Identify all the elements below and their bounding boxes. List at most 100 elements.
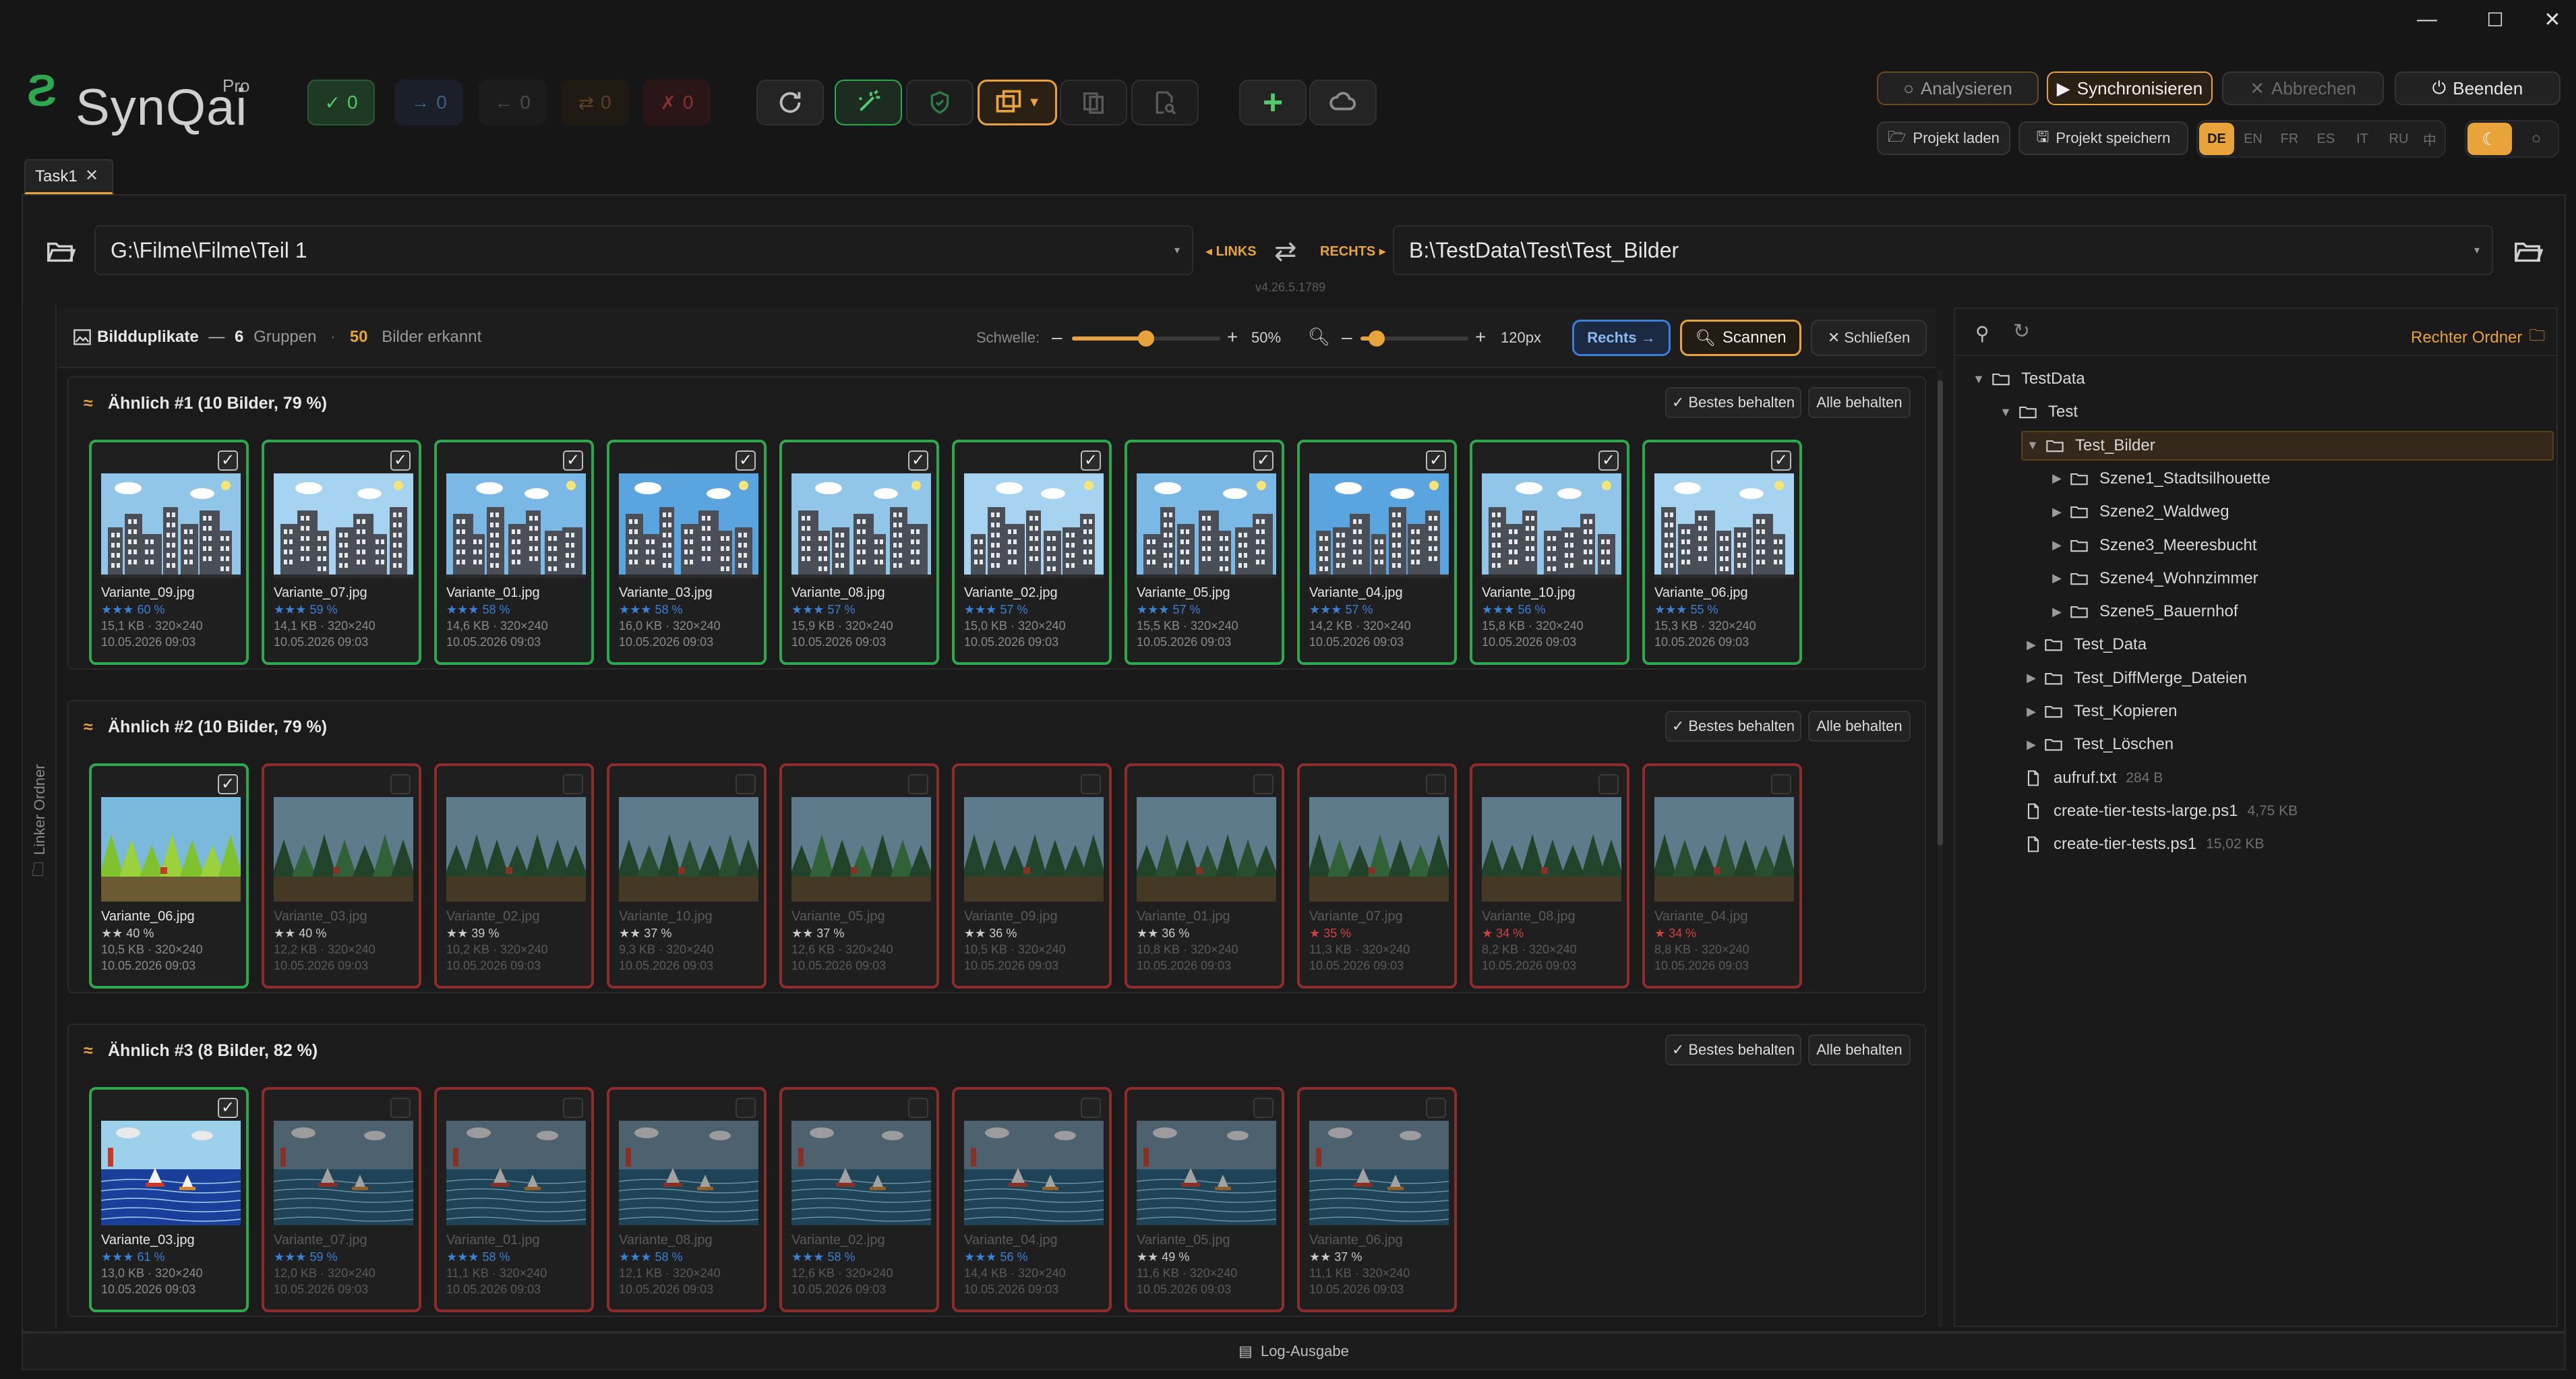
shield-button[interactable] <box>906 80 974 125</box>
keep-best-button[interactable]: ✓ Bestes behalten <box>1665 387 1801 418</box>
thumbnail[interactable] <box>1137 473 1276 578</box>
select-checkbox[interactable]: ✓ <box>1426 450 1446 471</box>
select-checkbox[interactable]: ✓ <box>736 450 756 471</box>
tab-close-icon[interactable]: ✕ <box>85 166 98 185</box>
select-checkbox[interactable]: ✓ <box>1081 450 1101 471</box>
select-checkbox[interactable] <box>1253 1098 1274 1118</box>
tree-folder[interactable]: ▶ Test_DiffMerge_Dateien <box>2021 664 2247 693</box>
thumbnail[interactable] <box>1137 1121 1276 1225</box>
thumbnail[interactable] <box>446 1121 586 1225</box>
thumbnail[interactable] <box>619 797 758 902</box>
left-folder-open-icon[interactable] <box>44 236 76 267</box>
lang-ru[interactable]: RU <box>2381 123 2416 155</box>
thumbnail[interactable] <box>1482 797 1621 902</box>
chevron-down-icon[interactable]: ▼ <box>2023 438 2043 452</box>
pin-icon[interactable]: ⚲ <box>1975 322 1989 345</box>
thumbnail[interactable] <box>101 473 241 578</box>
log-output-bar[interactable]: ▤ Log-Ausgabe <box>22 1332 2566 1370</box>
image-card[interactable]: Variante_04.jpg ★★★ 56 % 14,4 KB · 320×2… <box>952 1087 1112 1312</box>
select-checkbox[interactable] <box>390 1098 411 1118</box>
thumbnail[interactable] <box>274 1121 413 1225</box>
zoom-plus-button[interactable]: + <box>1475 326 1486 348</box>
image-card[interactable]: Variante_08.jpg ★ 34 % 8,2 KB · 320×240 … <box>1470 763 1629 989</box>
tree-folder[interactable]: ▶ Szene2_Waldweg <box>2047 497 2229 527</box>
thumbnail[interactable] <box>964 1121 1104 1225</box>
select-checkbox[interactable] <box>908 1098 928 1118</box>
lang-it[interactable]: IT <box>2345 123 2380 155</box>
sync-button[interactable]: ▶ Synchronisieren <box>2047 71 2213 105</box>
lang-de[interactable]: DE <box>2199 123 2234 155</box>
magic-button[interactable] <box>835 80 902 125</box>
threshold-minus-button[interactable]: – <box>1052 326 1062 348</box>
zoom-minus-button[interactable]: – <box>1342 326 1352 348</box>
tree-file[interactable]: create-tier-tests.ps1 15,02 KB <box>2021 829 2264 859</box>
stat-right[interactable]: → 0 <box>395 80 462 125</box>
search-file-button[interactable] <box>1131 80 1199 125</box>
select-checkbox[interactable]: ✓ <box>1598 450 1619 471</box>
lang-es[interactable]: ES <box>2308 123 2343 155</box>
tree-folder[interactable]: ▼ Test <box>1996 397 2078 427</box>
select-checkbox[interactable]: ✓ <box>563 450 583 471</box>
thumbnail[interactable] <box>1309 1121 1449 1225</box>
select-checkbox[interactable] <box>736 1098 756 1118</box>
stat-left[interactable]: ← 0 <box>479 80 546 125</box>
image-card[interactable]: ✓ Variante_07.jpg ★★★ 59 % 14,1 KB · 320… <box>262 440 421 665</box>
image-card[interactable]: ✓ Variante_06.jpg ★★ 40 % 10,5 KB · 320×… <box>89 763 249 989</box>
select-checkbox[interactable] <box>1771 774 1791 794</box>
image-card[interactable]: ✓ Variante_08.jpg ★★★ 57 % 15,9 KB · 320… <box>779 440 939 665</box>
thumbnail[interactable] <box>1654 797 1794 902</box>
select-checkbox[interactable] <box>563 1098 583 1118</box>
stat-equal[interactable]: ✓ 0 <box>307 80 375 125</box>
select-checkbox[interactable]: ✓ <box>1253 450 1274 471</box>
image-card[interactable]: Variante_10.jpg ★★ 37 % 9,3 KB · 320×240… <box>607 763 767 989</box>
sun-icon[interactable]: ○ <box>2517 123 2555 155</box>
select-checkbox[interactable] <box>1598 774 1619 794</box>
refresh-button[interactable] <box>756 80 824 125</box>
select-checkbox[interactable]: ✓ <box>908 450 928 471</box>
lang-zh[interactable]: 中 <box>2414 123 2446 155</box>
zoom-handle[interactable] <box>1369 330 1385 347</box>
image-card[interactable]: Variante_07.jpg ★★★ 59 % 12,0 KB · 320×2… <box>262 1087 421 1312</box>
image-card[interactable]: Variante_03.jpg ★★ 40 % 12,2 KB · 320×24… <box>262 763 421 989</box>
select-checkbox[interactable] <box>390 774 411 794</box>
image-card[interactable]: Variante_08.jpg ★★★ 58 % 12,1 KB · 320×2… <box>607 1087 767 1312</box>
quit-button[interactable]: ⏻ Beenden <box>2395 71 2560 105</box>
scrollbar-track[interactable] <box>1938 370 1943 1327</box>
threshold-handle[interactable] <box>1138 330 1154 347</box>
select-checkbox[interactable] <box>1426 774 1446 794</box>
thumbnail[interactable] <box>446 797 586 902</box>
threshold-slider[interactable] <box>1072 330 1220 347</box>
left-folder-label[interactable]: 🗀 Linker Ordner <box>30 728 50 877</box>
right-folder-open-icon[interactable] <box>2512 236 2544 267</box>
tree-file[interactable]: aufruf.txt 284 B <box>2021 763 2163 793</box>
thumbnail[interactable] <box>101 1121 241 1225</box>
cloud-button[interactable] <box>1309 80 1377 125</box>
select-checkbox[interactable]: ✓ <box>390 450 411 471</box>
close-panel-button[interactable]: ✕ Schließen <box>1811 320 1927 356</box>
chevron-down-icon[interactable]: ▼ <box>1969 372 1989 386</box>
chevron-right-icon[interactable]: ▶ <box>2021 671 2041 685</box>
select-checkbox[interactable] <box>736 774 756 794</box>
refresh-tree-icon[interactable]: ↻ <box>2013 320 2030 343</box>
image-card[interactable]: Variante_05.jpg ★★ 49 % 11,6 KB · 320×24… <box>1125 1087 1284 1312</box>
scrollbar-thumb[interactable] <box>1938 380 1943 846</box>
swap-icon[interactable]: ⇄ <box>1274 236 1297 267</box>
chevron-right-icon[interactable]: ▶ <box>2047 471 2067 486</box>
image-card[interactable]: Variante_02.jpg ★★ 39 % 10,2 KB · 320×24… <box>434 763 594 989</box>
tree-folder[interactable]: ▶ Test_Data <box>2021 630 2147 659</box>
stat-error[interactable]: ✗ 0 <box>643 80 711 125</box>
chevron-right-icon[interactable]: ▶ <box>2021 638 2041 652</box>
select-checkbox[interactable]: ✓ <box>218 450 238 471</box>
image-card[interactable]: Variante_09.jpg ★★ 36 % 10,5 KB · 320×24… <box>952 763 1112 989</box>
analyze-button[interactable]: ○ Analysieren <box>1877 71 2039 105</box>
select-checkbox[interactable] <box>1081 1098 1101 1118</box>
maximize-button[interactable]: ☐ <box>2465 0 2525 39</box>
threshold-plus-button[interactable]: + <box>1227 326 1238 348</box>
image-card[interactable]: ✓ Variante_06.jpg ★★★ 55 % 15,3 KB · 320… <box>1642 440 1802 665</box>
image-card[interactable]: Variante_01.jpg ★★★ 58 % 11,1 KB · 320×2… <box>434 1087 594 1312</box>
left-path-input[interactable]: G:\Filme\Filme\Teil 1 ▾ <box>94 225 1193 275</box>
right-folder-title[interactable]: Rechter Ordner 🗀 <box>2411 324 2545 351</box>
keep-all-button[interactable]: Alle behalten <box>1808 711 1911 742</box>
thumbnail[interactable] <box>964 473 1104 578</box>
tree-folder[interactable]: ▶ Szene1_Stadtsilhouette <box>2047 464 2270 494</box>
